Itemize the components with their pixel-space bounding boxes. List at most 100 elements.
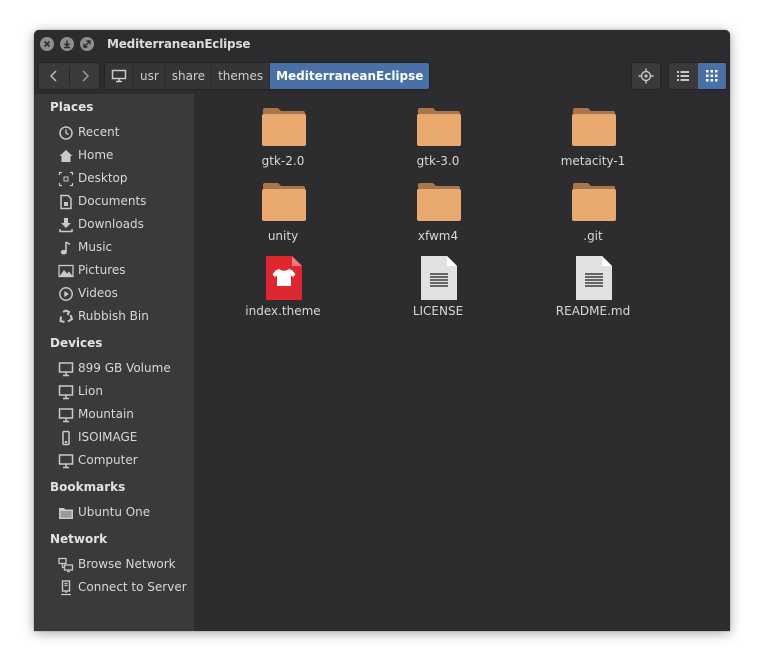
folder-icon bbox=[262, 108, 306, 146]
file-label: .git bbox=[583, 229, 603, 243]
sidebar-item-connect-to-server[interactable]: Connect to Server bbox=[58, 578, 194, 598]
sidebar-item-downloads[interactable]: Downloads bbox=[58, 215, 194, 235]
sidebar-item-label: Browse Network bbox=[78, 557, 176, 571]
home-icon bbox=[59, 150, 73, 162]
window-title: MediterraneanEclipse bbox=[107, 37, 251, 51]
file-index-theme[interactable]: index.theme bbox=[228, 254, 338, 324]
folder-gtk-3-0[interactable]: gtk-3.0 bbox=[383, 104, 493, 174]
list-view-icon bbox=[677, 71, 689, 81]
folder-icon bbox=[572, 183, 616, 221]
sidebar-item-home[interactable]: Home bbox=[58, 146, 194, 166]
folder-icon bbox=[59, 508, 73, 519]
close-window-button[interactable] bbox=[40, 37, 54, 51]
sidebar-item-recent[interactable]: Recent bbox=[58, 123, 194, 143]
document-icon bbox=[60, 194, 72, 210]
sidebar-item-pictures[interactable]: Pictures bbox=[58, 261, 194, 281]
file-grid: gtk-2.0 gtk-3.0 metacity-1 unity xfwm4 .… bbox=[194, 94, 730, 631]
sidebar-item-isoimage[interactable]: ISOIMAGE bbox=[58, 428, 194, 448]
sidebar-item-documents[interactable]: Documents bbox=[58, 192, 194, 212]
location-button[interactable] bbox=[631, 62, 661, 90]
forward-button[interactable] bbox=[70, 63, 100, 89]
sidebar-item-label: Documents bbox=[78, 194, 147, 208]
usb-drive-icon bbox=[62, 430, 70, 446]
folder-icon bbox=[262, 183, 306, 221]
text-file-icon bbox=[576, 256, 612, 300]
sidebar-item-label: ISOIMAGE bbox=[78, 430, 138, 444]
minimize-window-button[interactable] bbox=[60, 37, 74, 51]
sidebar-item-lion[interactable]: Lion bbox=[58, 382, 194, 402]
breadcrumb-device[interactable] bbox=[105, 63, 134, 89]
computer-icon bbox=[58, 385, 74, 400]
folder-icon bbox=[572, 108, 616, 146]
sidebar-item-desktop[interactable]: Desktop bbox=[58, 169, 194, 189]
sidebar-item-label: Pictures bbox=[78, 263, 126, 277]
sidebar-item-label: Lion bbox=[78, 384, 103, 398]
grid-view-icon bbox=[706, 70, 718, 82]
download-icon bbox=[59, 218, 73, 233]
video-icon bbox=[59, 287, 73, 301]
file-label: unity bbox=[267, 229, 299, 243]
file-label: index.theme bbox=[245, 304, 321, 318]
text-file-icon bbox=[421, 256, 457, 300]
server-icon bbox=[61, 580, 71, 596]
folder-gtk-2-0[interactable]: gtk-2.0 bbox=[228, 104, 338, 174]
list-view-button[interactable] bbox=[669, 63, 697, 89]
sidebar-item-label: Connect to Server bbox=[78, 580, 187, 594]
sidebar-heading-network: Network bbox=[50, 532, 108, 546]
folder-git[interactable]: .git bbox=[538, 179, 648, 249]
maximize-window-button[interactable] bbox=[80, 37, 94, 51]
file-label: LICENSE bbox=[412, 304, 464, 318]
sidebar-item-label: Downloads bbox=[78, 217, 144, 231]
computer-icon bbox=[58, 454, 74, 469]
computer-icon bbox=[58, 362, 74, 377]
breadcrumb-usr[interactable]: usr bbox=[134, 63, 166, 89]
sidebar-item-899-gb-volume[interactable]: 899 GB Volume bbox=[58, 359, 194, 379]
sidebar-heading-devices: Devices bbox=[50, 336, 103, 350]
sidebar-item-label: Computer bbox=[78, 453, 138, 467]
sidebar-item-rubbish-bin[interactable]: Rubbish Bin bbox=[58, 307, 194, 327]
sidebar-heading-places: Places bbox=[50, 100, 94, 114]
theme-file-icon bbox=[266, 256, 302, 300]
chevron-right-icon bbox=[82, 70, 90, 82]
sidebar-item-computer[interactable]: Computer bbox=[58, 451, 194, 471]
file-label: xfwm4 bbox=[417, 229, 459, 243]
sidebar-item-music[interactable]: Music bbox=[58, 238, 194, 258]
file-license[interactable]: LICENSE bbox=[383, 254, 493, 324]
close-icon bbox=[43, 40, 51, 48]
file-manager-window: MediterraneanEclipse usr share themes Me… bbox=[34, 30, 730, 631]
file-label: gtk-2.0 bbox=[261, 154, 305, 168]
file-readme-md[interactable]: README.md bbox=[538, 254, 648, 324]
toolbar: usr share themes MediterraneanEclipse bbox=[34, 58, 730, 94]
folder-unity[interactable]: unity bbox=[228, 179, 338, 249]
folder-icon bbox=[417, 108, 461, 146]
file-label: README.md bbox=[555, 304, 631, 318]
view-switcher bbox=[668, 62, 727, 90]
sidebar-item-label: 899 GB Volume bbox=[78, 361, 171, 375]
sidebar-item-browse-network[interactable]: Browse Network bbox=[58, 555, 194, 575]
maximize-icon bbox=[83, 40, 91, 48]
computer-icon bbox=[58, 408, 74, 423]
back-button[interactable] bbox=[39, 63, 69, 89]
chevron-left-icon bbox=[49, 70, 57, 82]
sidebar-item-label: Videos bbox=[78, 286, 118, 300]
computer-icon bbox=[111, 69, 127, 83]
sidebar-item-label: Music bbox=[78, 240, 113, 254]
sidebar-item-label: Home bbox=[78, 148, 114, 162]
navigation-buttons bbox=[38, 62, 100, 90]
network-icon bbox=[58, 557, 74, 573]
breadcrumb-themes[interactable]: themes bbox=[212, 63, 271, 89]
grid-view-button[interactable] bbox=[698, 63, 726, 89]
sidebar-item-label: Mountain bbox=[78, 407, 134, 421]
clock-icon bbox=[59, 126, 73, 140]
file-label: gtk-3.0 bbox=[416, 154, 460, 168]
sidebar-item-mountain[interactable]: Mountain bbox=[58, 405, 194, 425]
breadcrumb-current[interactable]: MediterraneanEclipse bbox=[270, 63, 430, 89]
folder-xfwm4[interactable]: xfwm4 bbox=[383, 179, 493, 249]
sidebar-item-ubuntu-one[interactable]: Ubuntu One bbox=[58, 503, 194, 523]
music-icon bbox=[60, 241, 71, 255]
folder-metacity-1[interactable]: metacity-1 bbox=[538, 104, 648, 174]
breadcrumb-share[interactable]: share bbox=[166, 63, 213, 89]
breadcrumb: usr share themes MediterraneanEclipse bbox=[104, 62, 431, 90]
sidebar-item-videos[interactable]: Videos bbox=[58, 284, 194, 304]
file-label: metacity-1 bbox=[560, 154, 626, 168]
